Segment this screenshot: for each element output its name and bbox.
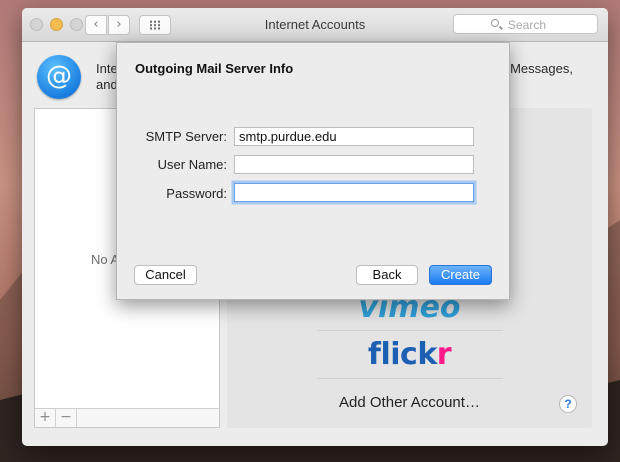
flickr-provider[interactable]: flickr [227, 337, 592, 372]
password-field[interactable] [234, 183, 474, 202]
divider [317, 330, 503, 331]
search-icon [491, 19, 499, 27]
divider [317, 378, 503, 379]
description-line-1-start: Inte [96, 61, 118, 76]
smtp-server-label: SMTP Server: [145, 129, 227, 144]
no-accounts-text: No A [91, 252, 120, 267]
internet-accounts-at-icon: @ [37, 55, 81, 99]
smtp-server-field[interactable]: smtp.purdue.edu [234, 127, 474, 146]
add-other-account-button[interactable]: Add Other Account… [227, 394, 592, 411]
search-placeholder: Search [508, 18, 547, 32]
remove-account-button[interactable]: − [56, 409, 77, 427]
add-account-button[interactable]: + [35, 409, 56, 427]
title-bar: ‹ › Internet Accounts Search [22, 8, 608, 42]
user-name-field[interactable] [234, 155, 474, 174]
flickr-logo-text-r: r [436, 337, 452, 372]
user-name-label: User Name: [157, 157, 227, 172]
description-line-2-start: and [96, 77, 118, 92]
flickr-logo-text: flick [367, 337, 437, 372]
sheet-title: Outgoing Mail Server Info [135, 61, 294, 76]
help-button[interactable]: ? [559, 395, 577, 413]
search-field[interactable]: Search [453, 14, 598, 34]
password-label: Password: [166, 186, 227, 201]
outgoing-mail-server-sheet: Outgoing Mail Server Info SMTP Server: s… [116, 42, 510, 300]
create-button[interactable]: Create [429, 265, 492, 285]
accounts-list-footer: + − [35, 408, 219, 427]
cancel-button[interactable]: Cancel [134, 265, 197, 285]
back-button[interactable]: Back [356, 265, 418, 285]
